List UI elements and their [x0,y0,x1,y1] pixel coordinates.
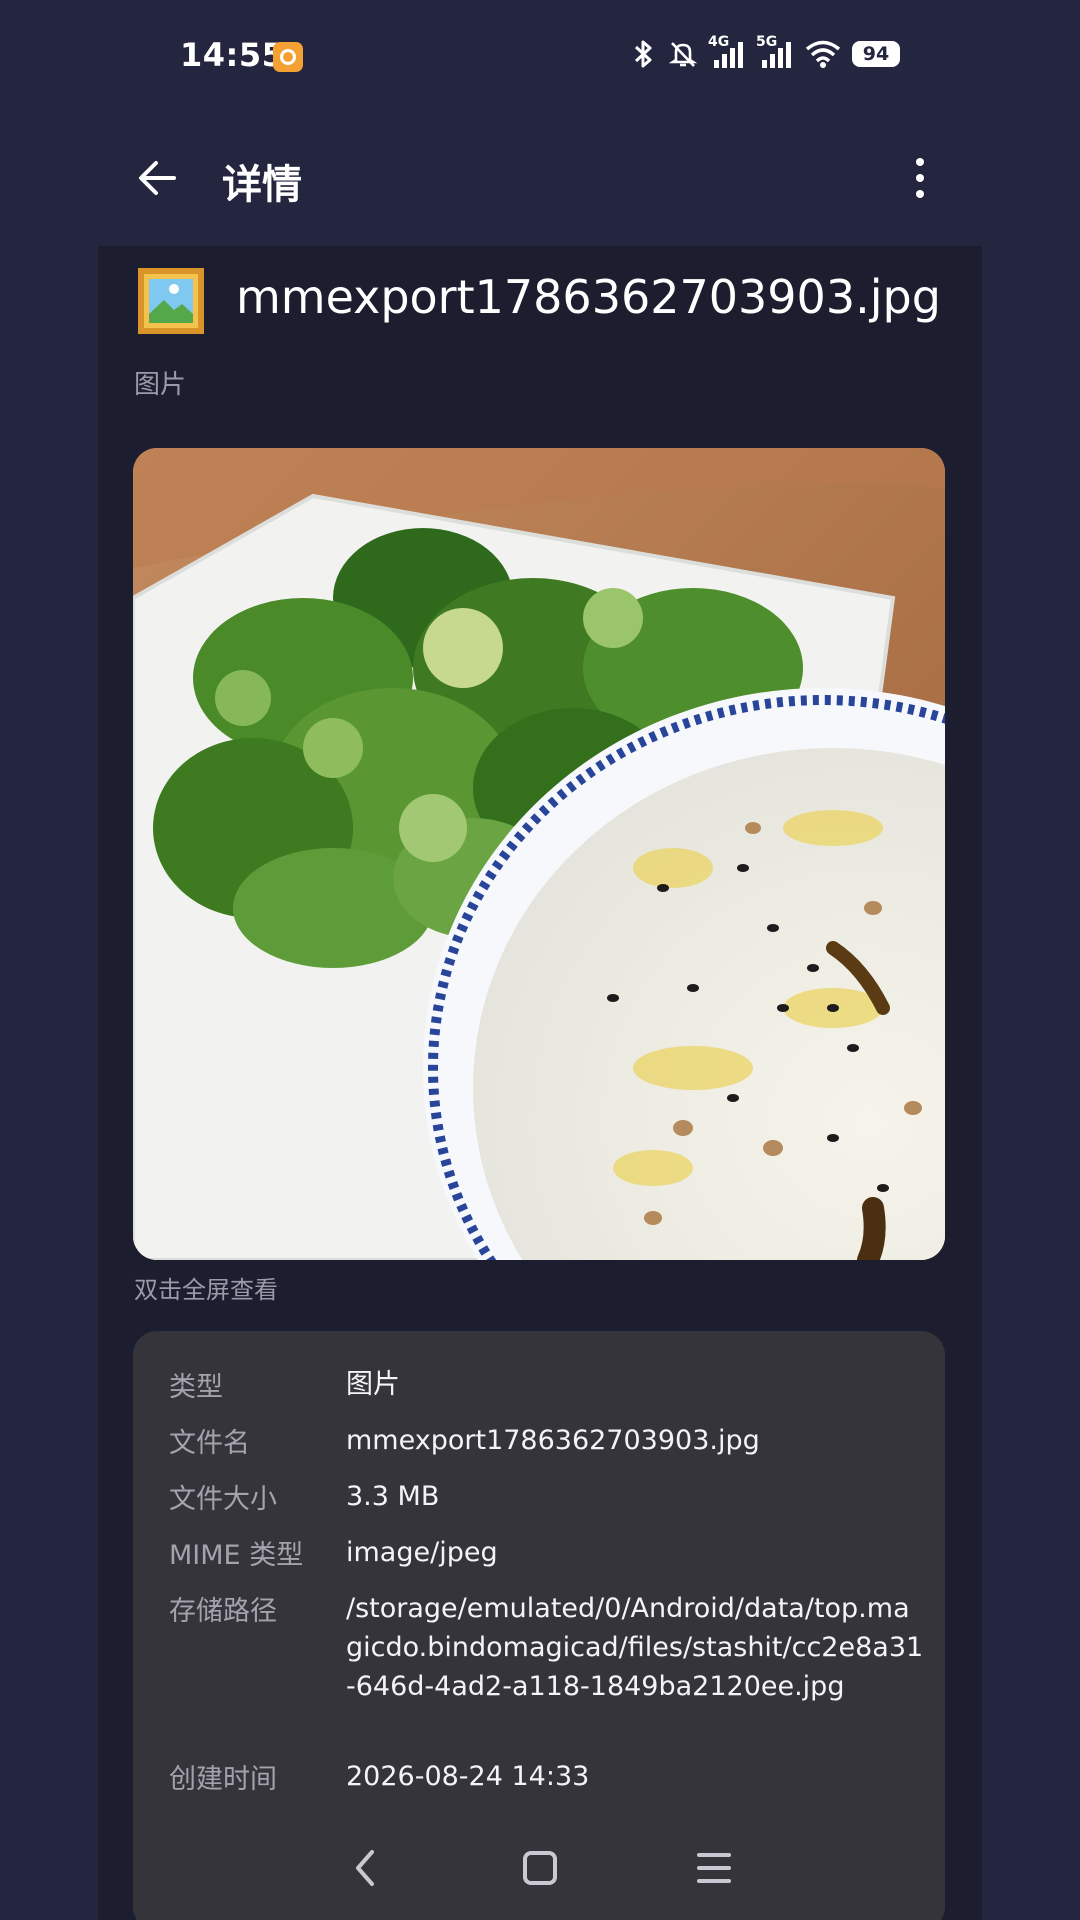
file-name-title: mmexport1786362703903.jpg [236,270,941,324]
app-bar: 详情 [0,112,1080,242]
file-category: 图片 [134,370,187,400]
mute-icon [668,42,698,67]
nav-menu-icon[interactable] [696,1848,732,1888]
preview-hint: 双击全屏查看 [134,1276,278,1304]
info-label: 文件大小 [169,1484,277,1515]
bluetooth-icon [634,40,652,68]
battery-icon: 94 [852,41,900,67]
info-label: 存储路径 [169,1596,277,1627]
info-label: MIME 类型 [169,1540,304,1571]
signal-5g-indicator: 5G [756,34,794,70]
info-label: 创建时间 [169,1764,277,1795]
signal-icon [714,42,743,68]
info-value: image/jpeg [346,1537,498,1568]
info-value: /storage/emulated/0/Android/data/top.mag… [346,1593,924,1702]
app-notification-icon [273,42,303,72]
signal-4g-indicator: 4G [708,34,746,70]
info-value: mmexport1786362703903.jpg [346,1425,760,1456]
wifi-icon [805,40,841,68]
info-label: 类型 [169,1372,223,1403]
info-value: 图片 [346,1369,400,1400]
nav-back-icon[interactable] [350,1848,380,1888]
details-sheet: mmexport1786362703903.jpg 图片 双击全屏查看 类型 图… [98,246,982,1920]
info-value: 3.3 MB [346,1481,440,1512]
system-nav-bar [0,1812,1080,1920]
info-value: 2026-08-24 14:33 [346,1761,590,1792]
more-vertical-icon [916,158,924,198]
picture-frame-icon [138,268,204,334]
back-button[interactable] [132,152,184,204]
signal-icon [762,42,791,68]
status-bar: 14:55 4G 5G 94 [0,0,1080,112]
status-icons: 4G 5G 94 [630,34,900,70]
page-title: 详情 [222,162,302,208]
more-options-button[interactable] [900,152,940,204]
status-time: 14:55 [180,36,285,74]
info-label: 文件名 [169,1428,250,1459]
nav-home-icon[interactable] [522,1848,558,1888]
food-photo [133,448,945,1260]
image-preview[interactable] [133,448,945,1260]
arrow-left-icon [139,161,176,195]
